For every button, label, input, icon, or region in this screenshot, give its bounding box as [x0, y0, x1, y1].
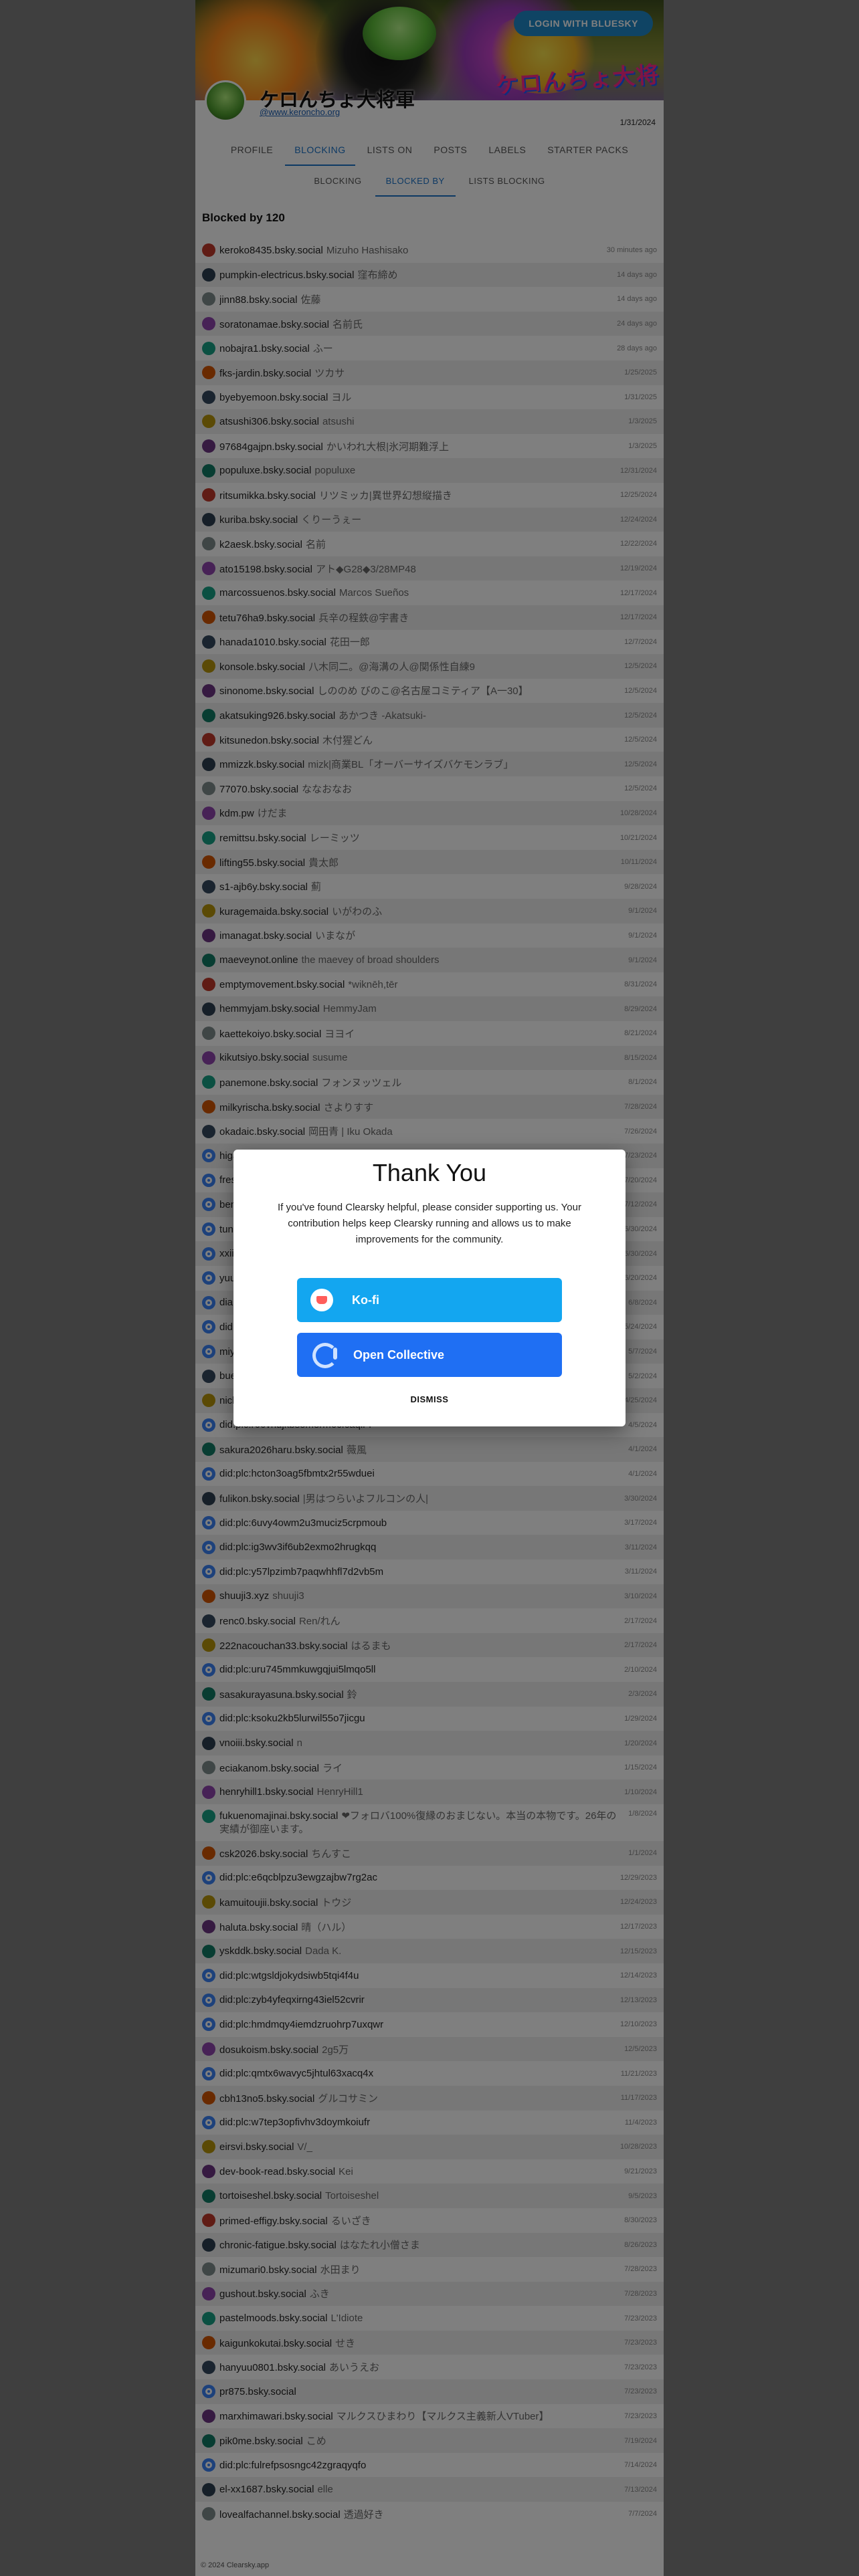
- modal-backdrop[interactable]: Thank You If you've found Clearsky helpf…: [0, 0, 859, 2576]
- kofi-cup-icon: [310, 1289, 333, 1311]
- modal-title: Thank You: [372, 1159, 487, 1186]
- modal-body: If you've found Clearsky helpful, please…: [278, 1202, 581, 1245]
- open-collective-label: Open Collective: [353, 1348, 445, 1362]
- thank-you-modal: Thank You If you've found Clearsky helpf…: [233, 1150, 626, 1426]
- kofi-label: Ko-fi: [352, 1293, 379, 1307]
- open-collective-button[interactable]: Open Collective: [297, 1333, 562, 1377]
- kofi-button[interactable]: Ko-fi: [297, 1278, 562, 1322]
- open-collective-icon: [310, 1341, 339, 1369]
- dismiss-button[interactable]: DISMISS: [396, 1389, 463, 1410]
